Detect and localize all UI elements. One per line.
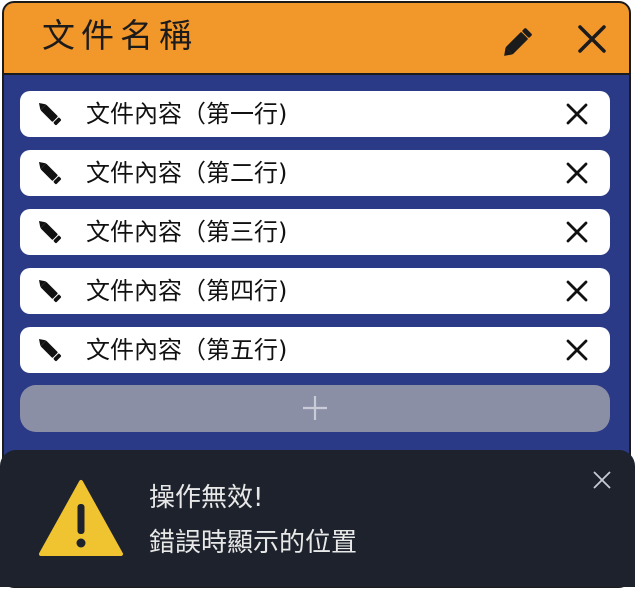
title-bar: 文件名稱 [4,3,629,75]
pencil-icon[interactable] [501,23,537,59]
close-icon[interactable] [564,101,590,127]
document-title: 文件名稱 [42,16,198,55]
close-icon[interactable] [564,219,590,245]
warning-icon [38,478,124,558]
list-item-text: 文件內容（第三行) [86,218,288,246]
close-icon[interactable] [574,21,610,57]
toast-message: 錯誤時顯示的位置 [149,528,358,558]
close-icon[interactable] [590,468,614,492]
pencil-icon[interactable] [36,159,66,189]
list-item[interactable]: 文件內容（第二行) [20,150,610,196]
list-item-text: 文件內容（第二行) [86,159,288,187]
list-item[interactable]: 文件內容（第三行) [20,209,610,255]
toast-title: 操作無效! [149,483,264,513]
close-icon[interactable] [564,337,590,363]
plus-icon [301,394,329,422]
list-item[interactable]: 文件內容（第五行) [20,327,610,373]
list-item-text: 文件內容（第五行) [86,336,288,364]
pencil-icon[interactable] [36,277,66,307]
pencil-icon[interactable] [36,336,66,366]
list-item-text: 文件內容（第四行) [86,277,288,305]
list-item-text: 文件內容（第一行) [86,100,288,128]
close-icon[interactable] [564,278,590,304]
pencil-icon[interactable] [36,100,66,130]
list-item[interactable]: 文件內容（第一行) [20,91,610,137]
pencil-icon[interactable] [36,218,66,248]
list-item[interactable]: 文件內容（第四行) [20,268,610,314]
close-icon[interactable] [564,160,590,186]
add-row-button[interactable] [20,385,610,432]
